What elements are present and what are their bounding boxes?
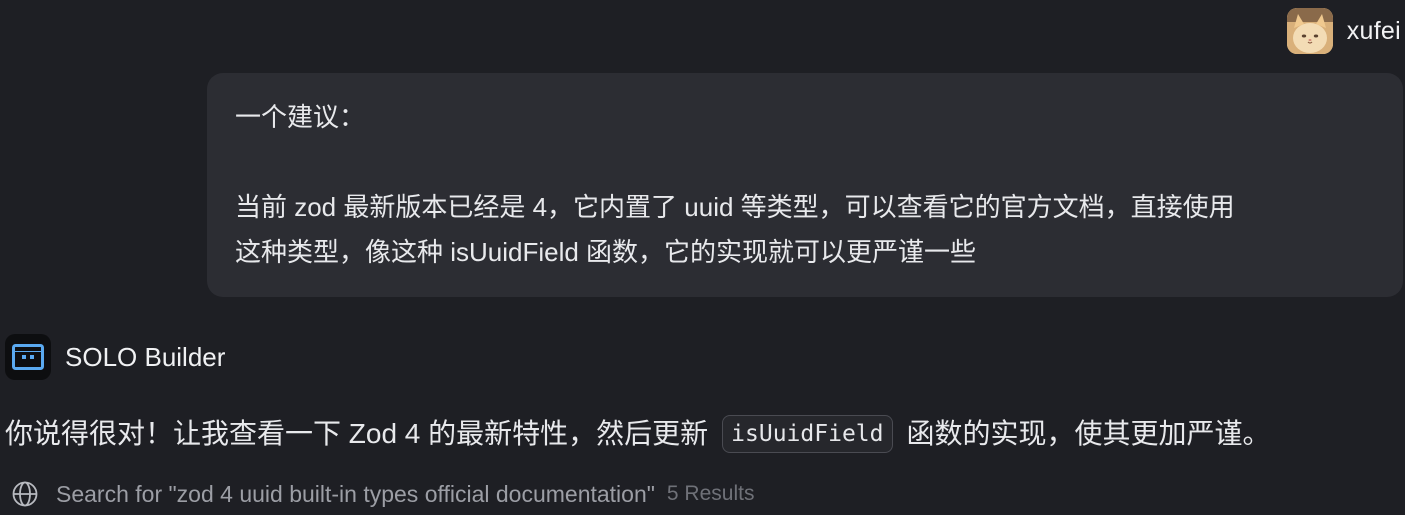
assistant-reply: 你说得很对！让我查看一下 Zod 4 的最新特性，然后更新 isUuidFiel… [5, 411, 1271, 457]
username: xufei [1346, 16, 1401, 45]
chat-page: xufei 一个建议： 当前 zod 最新版本已经是 4，它内置了 uuid 等… [0, 0, 1405, 515]
message-line-3: 这种类型，像这种 isUuidField 函数，它的实现就可以更严谨一些 [235, 237, 977, 267]
message-line-1: 一个建议： [235, 102, 366, 132]
robot-icon [5, 334, 51, 380]
user-message-bubble: 一个建议： 当前 zod 最新版本已经是 4，它内置了 uuid 等类型，可以查… [207, 73, 1403, 297]
message-gap [235, 140, 1375, 185]
assistant-name: SOLO Builder [65, 341, 226, 372]
search-result-count: 5 Results [666, 482, 755, 505]
user-header: xufei [1286, 8, 1401, 54]
assistant-header: SOLO Builder [5, 334, 225, 380]
message-line-2: 当前 zod 最新版本已经是 4，它内置了 uuid 等类型，可以查看它的官方文… [235, 192, 1235, 222]
globe-icon [12, 480, 40, 508]
user-avatar[interactable] [1286, 8, 1333, 54]
search-query: Search for "zod 4 uuid built-in types of… [56, 480, 655, 507]
inline-code: isUuidField [722, 415, 893, 453]
cat-avatar-icon [1286, 8, 1333, 54]
reply-text-after: 函数的实现，使其更加严谨。 [906, 418, 1271, 449]
search-status[interactable]: Search for "zod 4 uuid built-in types of… [12, 480, 754, 508]
reply-text-before: 你说得很对！让我查看一下 Zod 4 的最新特性，然后更新 [5, 418, 709, 449]
